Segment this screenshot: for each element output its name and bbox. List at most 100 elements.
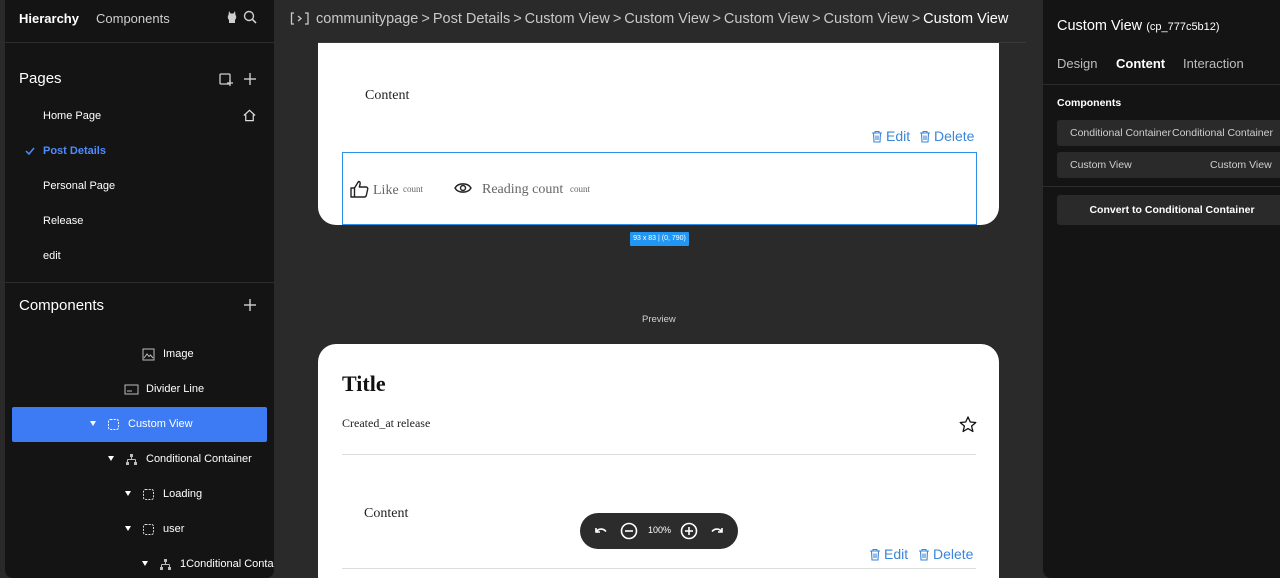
pages-title: Pages [19,70,62,87]
tree-label: Divider Line [146,383,205,395]
selected-component-title: Custom View (cp_777c5b12) [1057,18,1220,34]
divider [5,42,274,43]
component-name: Custom View [1057,18,1143,34]
zoom-out-icon[interactable] [620,522,638,540]
delete-button[interactable]: Delete [918,546,973,562]
page-label: Release [43,215,84,227]
reading-label: Reading count [482,182,564,197]
divider-line [342,454,976,455]
hierarchy-icon [160,559,171,570]
convert-to-conditional-container-button[interactable]: Convert to Conditional Container [1057,195,1280,225]
expand-arrow-icon[interactable] [108,456,114,461]
tree-item-loading[interactable]: Loading [12,477,267,512]
breadcrumb-item[interactable]: Custom View [724,11,809,27]
breadcrumb-separator: > [421,11,430,27]
redo-icon[interactable] [708,522,726,540]
page-item-edit[interactable]: edit [5,241,274,271]
components-title: Components [19,297,105,314]
component-row-custom-view[interactable]: Custom View Custom View [1057,152,1280,178]
delete-label: Delete [933,546,974,562]
page-label: Home Page [43,110,102,122]
page-item-post-details[interactable]: Post Details [5,136,274,166]
trash-icon [872,130,882,143]
image-icon [142,348,155,361]
tree-item-custom-view[interactable]: Custom View [12,407,267,442]
row-value: Conditional Container [1172,127,1273,139]
like-label: Like [373,183,399,198]
content-text: Content [364,506,409,521]
tree-item-divider-line[interactable]: Divider Line [12,372,267,407]
divider-icon [124,384,139,395]
breadcrumb-item[interactable]: Custom View [624,11,709,27]
component-id: (cp_777c5b12) [1146,21,1220,33]
tree-label: Conditional Container [146,453,252,465]
add-page-icon[interactable] [242,71,258,87]
canvas-card-edit[interactable]: Content Edit Delete Like count Reading c… [318,43,999,225]
trash-icon [919,548,929,561]
tab-design[interactable]: Design [1057,56,1097,71]
edit-button[interactable]: Edit [869,546,908,562]
tree-item-user[interactable]: user [12,512,267,547]
tree-item-image[interactable]: Image [12,337,267,372]
content-text: Content [365,88,410,103]
size-position-tag: 93 x 83 | (0, 790) [630,232,689,246]
tree-label: Custom View [128,418,193,430]
breadcrumb-separator: > [712,11,721,27]
add-component-icon[interactable] [242,297,258,313]
thumbs-up-icon[interactable] [350,180,369,198]
like-count: count [403,184,423,194]
row-value: Custom View [1210,159,1272,171]
breadcrumb-item-current[interactable]: Custom View [923,11,1008,27]
reading-count: count [570,184,590,194]
hierarchy-icon [126,454,137,465]
tab-hierarchy[interactable]: Hierarchy [19,11,79,26]
expand-arrow-icon[interactable] [142,561,148,566]
edit-label: Edit [884,546,909,562]
page-item-home[interactable]: Home Page [5,101,274,131]
page-label: Personal Page [43,180,116,192]
breadcrumb-separator: > [513,11,522,27]
edit-button[interactable]: Edit [871,128,910,144]
undo-icon[interactable] [592,522,610,540]
breadcrumb: communitypage > Post Details > Custom View > C… [290,11,1008,27]
hierarchy-panel: Hierarchy Components Pages Home Page Pos… [5,0,274,578]
page-item-release[interactable]: Release [5,206,274,236]
left-panel-tabs: Hierarchy Components [5,0,274,37]
star-icon[interactable] [959,416,977,433]
component-row-conditional-container[interactable]: Conditional Container Conditional Contai… [1057,120,1280,146]
components-section-title: Components [1057,97,1122,109]
page-item-personal[interactable]: Personal Page [5,171,274,201]
trash-icon [870,548,880,561]
custom-view-icon [108,419,119,430]
tree-item-conditional-container[interactable]: Conditional Container [12,442,267,477]
divider [5,282,274,283]
tree-label: Loading [163,488,203,500]
tab-components[interactable]: Components [96,11,170,26]
delete-button[interactable]: Delete [919,128,974,144]
expand-arrow-icon[interactable] [125,491,131,496]
tree-item-conditional-container-2[interactable]: 1Conditional Conta [12,547,274,578]
home-icon [243,109,256,122]
github-icon[interactable] [224,9,240,25]
row-label: Custom View [1070,159,1132,171]
search-icon[interactable] [242,9,258,25]
component-code-icon [290,12,309,25]
tree-label: 1Conditional Conta [180,558,274,570]
expand-arrow-icon[interactable] [125,526,131,531]
zoom-in-icon[interactable] [680,522,698,540]
selected-custom-view[interactable]: Like count Reading count count [342,152,977,225]
expand-arrow-icon[interactable] [90,421,96,426]
breadcrumb-item[interactable]: Custom View [525,11,610,27]
trash-icon [920,130,930,143]
divider-line [342,568,976,569]
breadcrumb-item[interactable]: communitypage [316,11,418,27]
tree-label: user [163,523,185,535]
zoom-level: 100% [648,525,672,535]
tab-interaction[interactable]: Interaction [1183,56,1244,71]
tab-content[interactable]: Content [1116,56,1165,71]
custom-view-icon [143,489,154,500]
add-folder-icon[interactable] [218,71,234,87]
preview-label: Preview [642,314,676,325]
breadcrumb-item[interactable]: Custom View [824,11,909,27]
breadcrumb-item[interactable]: Post Details [433,11,510,27]
